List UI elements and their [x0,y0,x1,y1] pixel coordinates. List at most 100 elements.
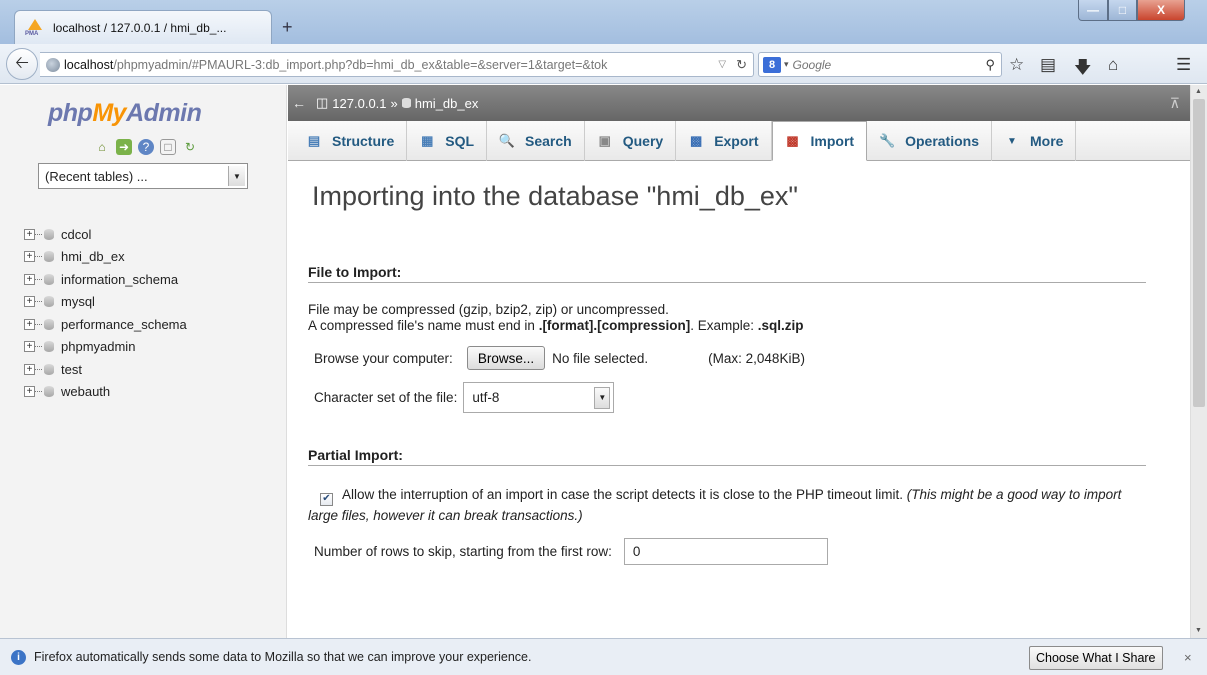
expand-icon[interactable]: + [24,363,35,375]
export-icon: ▩ [690,133,703,148]
choose-what-i-share-button[interactable]: Choose What I Share [1029,646,1163,670]
file-section-title: File to Import: [308,264,1146,283]
reload-icon[interactable]: ↻ [182,139,198,155]
db-name[interactable]: hmi_db_ex [61,249,125,264]
allow-interrupt-label[interactable]: Allow the interruption of an import in c… [342,487,903,502]
db-name[interactable]: test [61,362,82,377]
allow-interrupt-checkbox[interactable]: ✔ [320,492,333,506]
close-icon[interactable]: × [1184,650,1192,665]
expand-icon[interactable]: + [24,273,35,285]
tab-structure[interactable]: ▤ Structure [294,121,408,161]
db-item-test[interactable]: + test [24,358,187,381]
tab-query[interactable]: ▣ Query [585,121,677,161]
scroll-down-icon[interactable]: ▼ [1195,627,1202,634]
db-name[interactable]: cdcol [61,227,91,242]
search-input[interactable] [792,57,973,72]
docs-icon[interactable]: □ [160,139,176,155]
browser-window: PMA localhost / 127.0.0.1 / hmi_db_... +… [0,0,1207,675]
browser-tab[interactable]: PMA localhost / 127.0.0.1 / hmi_db_... [14,10,272,44]
skip-label: Number of rows to skip, starting from th… [314,543,612,559]
phpmyadmin-favicon-icon: PMA [25,18,45,37]
expand-icon[interactable]: + [24,251,35,263]
expand-icon[interactable]: + [24,386,35,398]
max-size-note: (Max: 2,048KiB) [708,350,805,366]
notification-text: Firefox automatically sends some data to… [34,650,532,664]
import-icon: ▩ [786,133,799,148]
expand-icon[interactable]: + [24,341,35,353]
server-icon: ◫ [316,95,329,110]
search-bar[interactable]: 8 ▾ ⚲ [758,52,1002,77]
db-item-performance_schema[interactable]: + performance_schema [24,313,187,336]
history-dropdown-icon[interactable]: ▽ [714,59,730,70]
breadcrumb: ← ◫ 127.0.0.1 » hmi_db_ex ⊼ [288,85,1190,121]
phpmyadmin-logo[interactable]: phpMyAdmin [48,99,202,128]
magnifier-icon[interactable]: ⚲ [985,57,995,73]
close-window-button[interactable]: X [1137,0,1185,21]
tab-search[interactable]: 🔍 Search [487,121,585,161]
url-bar[interactable]: localhost/phpmyadmin/#PMAURL-3:db_import… [40,52,754,77]
collapse-top-icon[interactable]: ⊼ [1170,95,1180,112]
skip-row: Number of rows to skip, starting from th… [314,537,1146,565]
breadcrumb-database[interactable]: hmi_db_ex [415,96,479,111]
tab-export[interactable]: ▩ Export [676,121,772,161]
expand-icon[interactable]: + [24,318,35,330]
reload-icon[interactable]: ↻ [730,57,753,73]
browse-row: Browse your computer: Browse... No file … [314,346,1146,370]
downloads-icon[interactable]: 🡇 [1074,55,1091,84]
charset-row: Character set of the file: utf-8 ▼ [314,382,1146,413]
db-item-mysql[interactable]: + mysql [24,291,187,314]
navigation-bar: 🡠 localhost/phpmyadmin/#PMAURL-3:db_impo… [0,44,1207,84]
vertical-scrollbar[interactable]: ▲ ▼ [1190,85,1207,638]
collapse-sidebar-icon[interactable]: ← [288,95,310,111]
scrollbar-thumb[interactable] [1193,99,1205,407]
scroll-up-icon[interactable]: ▲ [1195,88,1202,95]
url-path: /phpmyadmin/#PMAURL-3:db_import.php?db=h… [113,57,608,72]
db-name[interactable]: webauth [61,384,110,399]
db-item-cdcol[interactable]: + cdcol [24,223,187,246]
main-panel: ← ◫ 127.0.0.1 » hmi_db_ex ⊼ ▤ Structure ▦… [288,85,1190,638]
db-name[interactable]: information_schema [61,272,178,287]
recent-tables-select[interactable]: (Recent tables) ... ▼ [38,163,248,189]
minimize-button[interactable]: — [1078,0,1108,21]
db-item-hmi_db_ex[interactable]: + hmi_db_ex [24,246,187,269]
db-item-webauth[interactable]: + webauth [24,381,187,404]
search-engine-dropdown-icon[interactable]: ▾ [784,59,789,70]
pma-quick-icons: ⌂ ➜ ? □ ↻ [94,139,198,155]
db-item-phpmyadmin[interactable]: + phpmyadmin [24,336,187,359]
database-icon [44,296,54,308]
maximize-button[interactable]: □ [1108,0,1137,21]
search-icon: 🔍 [498,133,516,148]
compression-line2: A compressed file's name must end in .[f… [308,318,804,333]
bookmark-star-icon[interactable]: ☆ [1009,55,1024,75]
help-icon[interactable]: ? [138,139,154,155]
menu-icon[interactable]: ☰ [1176,55,1191,75]
bookmarks-menu-icon[interactable]: ▤ [1040,55,1056,75]
db-name[interactable]: performance_schema [61,317,187,332]
home-icon[interactable]: ⌂ [94,139,110,155]
exit-icon[interactable]: ➜ [116,139,132,155]
skip-rows-input[interactable]: 0 [623,537,828,565]
tab-operations[interactable]: 🔧 Operations [867,121,992,161]
tab-sql[interactable]: ▦ SQL [407,121,488,161]
charset-value: utf-8 [472,390,500,405]
browse-button[interactable]: Browse... [466,346,546,370]
tab-more[interactable]: ▼ More [992,121,1077,161]
charset-label: Character set of the file: [314,390,458,405]
expand-icon[interactable]: + [24,228,35,240]
charset-select[interactable]: utf-8 ▼ [463,382,615,413]
google-icon[interactable]: 8 [763,56,781,73]
database-icon [44,318,54,330]
structure-icon: ▤ [307,133,321,148]
breadcrumb-separator: » [390,95,398,111]
db-name[interactable]: phpmyadmin [61,339,135,354]
db-name[interactable]: mysql [61,294,95,309]
database-icon [44,363,54,375]
home-icon[interactable]: ⌂ [1108,55,1118,75]
expand-icon[interactable]: + [24,296,35,308]
pma-navigation-panel: phpMyAdmin ⌂ ➜ ? □ ↻ (Recent tables) ...… [0,85,287,638]
breadcrumb-server[interactable]: 127.0.0.1 [332,96,386,111]
db-item-information_schema[interactable]: + information_schema [24,268,187,291]
tab-import[interactable]: ▩ Import [771,121,868,161]
back-button[interactable]: 🡠 [6,48,38,80]
new-tab-button[interactable]: + [282,17,293,38]
